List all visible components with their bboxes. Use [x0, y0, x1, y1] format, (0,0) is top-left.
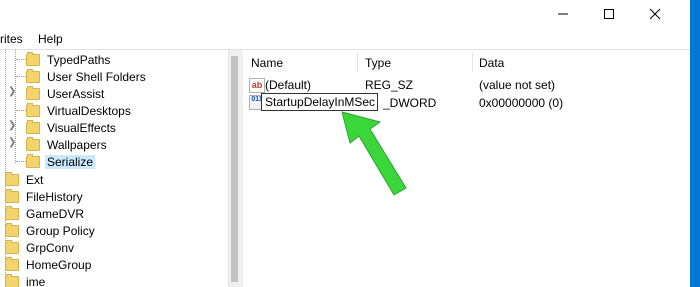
folder-icon [26, 51, 40, 66]
value-data: 0x00000000 (0) [479, 96, 564, 110]
maximize-icon [604, 9, 614, 19]
registry-tree[interactable]: TypedPaths User Shell Folders ❯ UserAssi… [0, 50, 235, 287]
chevron-right-icon[interactable]: ❯ [8, 86, 16, 97]
scrollbar-thumb[interactable] [231, 56, 238, 282]
value-data: (value not set) [479, 78, 556, 92]
tree-guide-line [16, 76, 26, 77]
menu-bar: rites Help [0, 28, 700, 50]
tree-item-label: VirtualDesktops [47, 103, 131, 118]
folder-icon [26, 136, 40, 151]
tree-item-label: User Shell Folders [47, 69, 146, 84]
column-divider[interactable] [357, 52, 358, 72]
tree-item-label: FileHistory [26, 189, 83, 204]
close-icon [649, 8, 661, 20]
menu-help[interactable]: Help [38, 32, 63, 46]
tree-item-typedpaths[interactable]: TypedPaths [26, 51, 112, 68]
column-divider[interactable] [472, 52, 473, 72]
close-button[interactable] [632, 0, 678, 28]
tree-item-serialize[interactable]: Serialize [26, 153, 96, 170]
tree-item-filehistory[interactable]: FileHistory [5, 188, 85, 205]
tree-item-label: Serialize [45, 154, 96, 169]
value-type: REG_SZ [365, 78, 414, 92]
tree-item-label: TypedPaths [47, 52, 111, 67]
tree-item-gamedvr[interactable]: GameDVR [5, 205, 86, 222]
tree-item-label: HomeGroup [26, 257, 92, 272]
folder-icon [26, 153, 40, 168]
tree-guide-line [16, 110, 26, 111]
green-arrow-icon [341, 111, 407, 196]
folder-icon [5, 205, 19, 220]
chevron-right-icon[interactable]: ❯ [8, 137, 16, 148]
menu-favorites[interactable]: rites [0, 32, 23, 46]
folder-icon [26, 85, 40, 100]
tree-item-homegroup[interactable]: HomeGroup [5, 256, 93, 273]
tree-item-user-shell-folders[interactable]: User Shell Folders [26, 68, 148, 85]
minimize-button[interactable] [540, 0, 586, 28]
folder-icon [5, 239, 19, 254]
tree-item-label: Wallpapers [47, 137, 107, 152]
folder-icon [26, 68, 40, 83]
folder-icon [5, 273, 19, 287]
folder-icon [5, 171, 19, 186]
column-header-data[interactable]: Data [479, 56, 504, 70]
tree-item-grpconv[interactable]: GrpConv [5, 239, 76, 256]
title-bar [0, 0, 700, 28]
tree-item-label: VisualEffects [47, 120, 116, 135]
tree-item-label: GrpConv [26, 240, 75, 255]
tree-item-userassist[interactable]: UserAssist [26, 85, 106, 102]
maximize-button[interactable] [586, 0, 632, 28]
minimize-icon [558, 13, 568, 15]
folder-icon [5, 188, 19, 203]
column-header-type[interactable]: Type [365, 56, 391, 70]
value-name[interactable]: (Default) [265, 78, 311, 92]
tree-item-ime[interactable]: ime [5, 273, 47, 287]
tree-item-ext[interactable]: Ext [5, 171, 45, 188]
string-value-icon: ab [249, 78, 265, 93]
tree-item-visualeffects[interactable]: VisualEffects [26, 119, 118, 136]
chevron-right-icon[interactable]: ❯ [8, 120, 16, 131]
tree-item-wallpapers[interactable]: Wallpapers [26, 136, 109, 153]
tree-guide-line [16, 161, 26, 162]
tree-item-group-policy[interactable]: Group Policy [5, 222, 97, 239]
folder-icon [5, 256, 19, 271]
column-header-name[interactable]: Name [251, 56, 283, 70]
tree-item-label: Ext [26, 172, 44, 187]
tree-item-label: Group Policy [26, 223, 95, 238]
tree-item-label: UserAssist [47, 86, 105, 101]
folder-icon [26, 119, 40, 134]
tree-guide-line [16, 59, 26, 60]
tree-item-virtualdesktops[interactable]: VirtualDesktops [26, 102, 133, 119]
tree-item-label: GameDVR [26, 206, 85, 221]
folder-icon [5, 222, 19, 237]
window-border [690, 0, 700, 287]
folder-icon [26, 102, 40, 117]
tree-item-label: ime [26, 274, 46, 287]
